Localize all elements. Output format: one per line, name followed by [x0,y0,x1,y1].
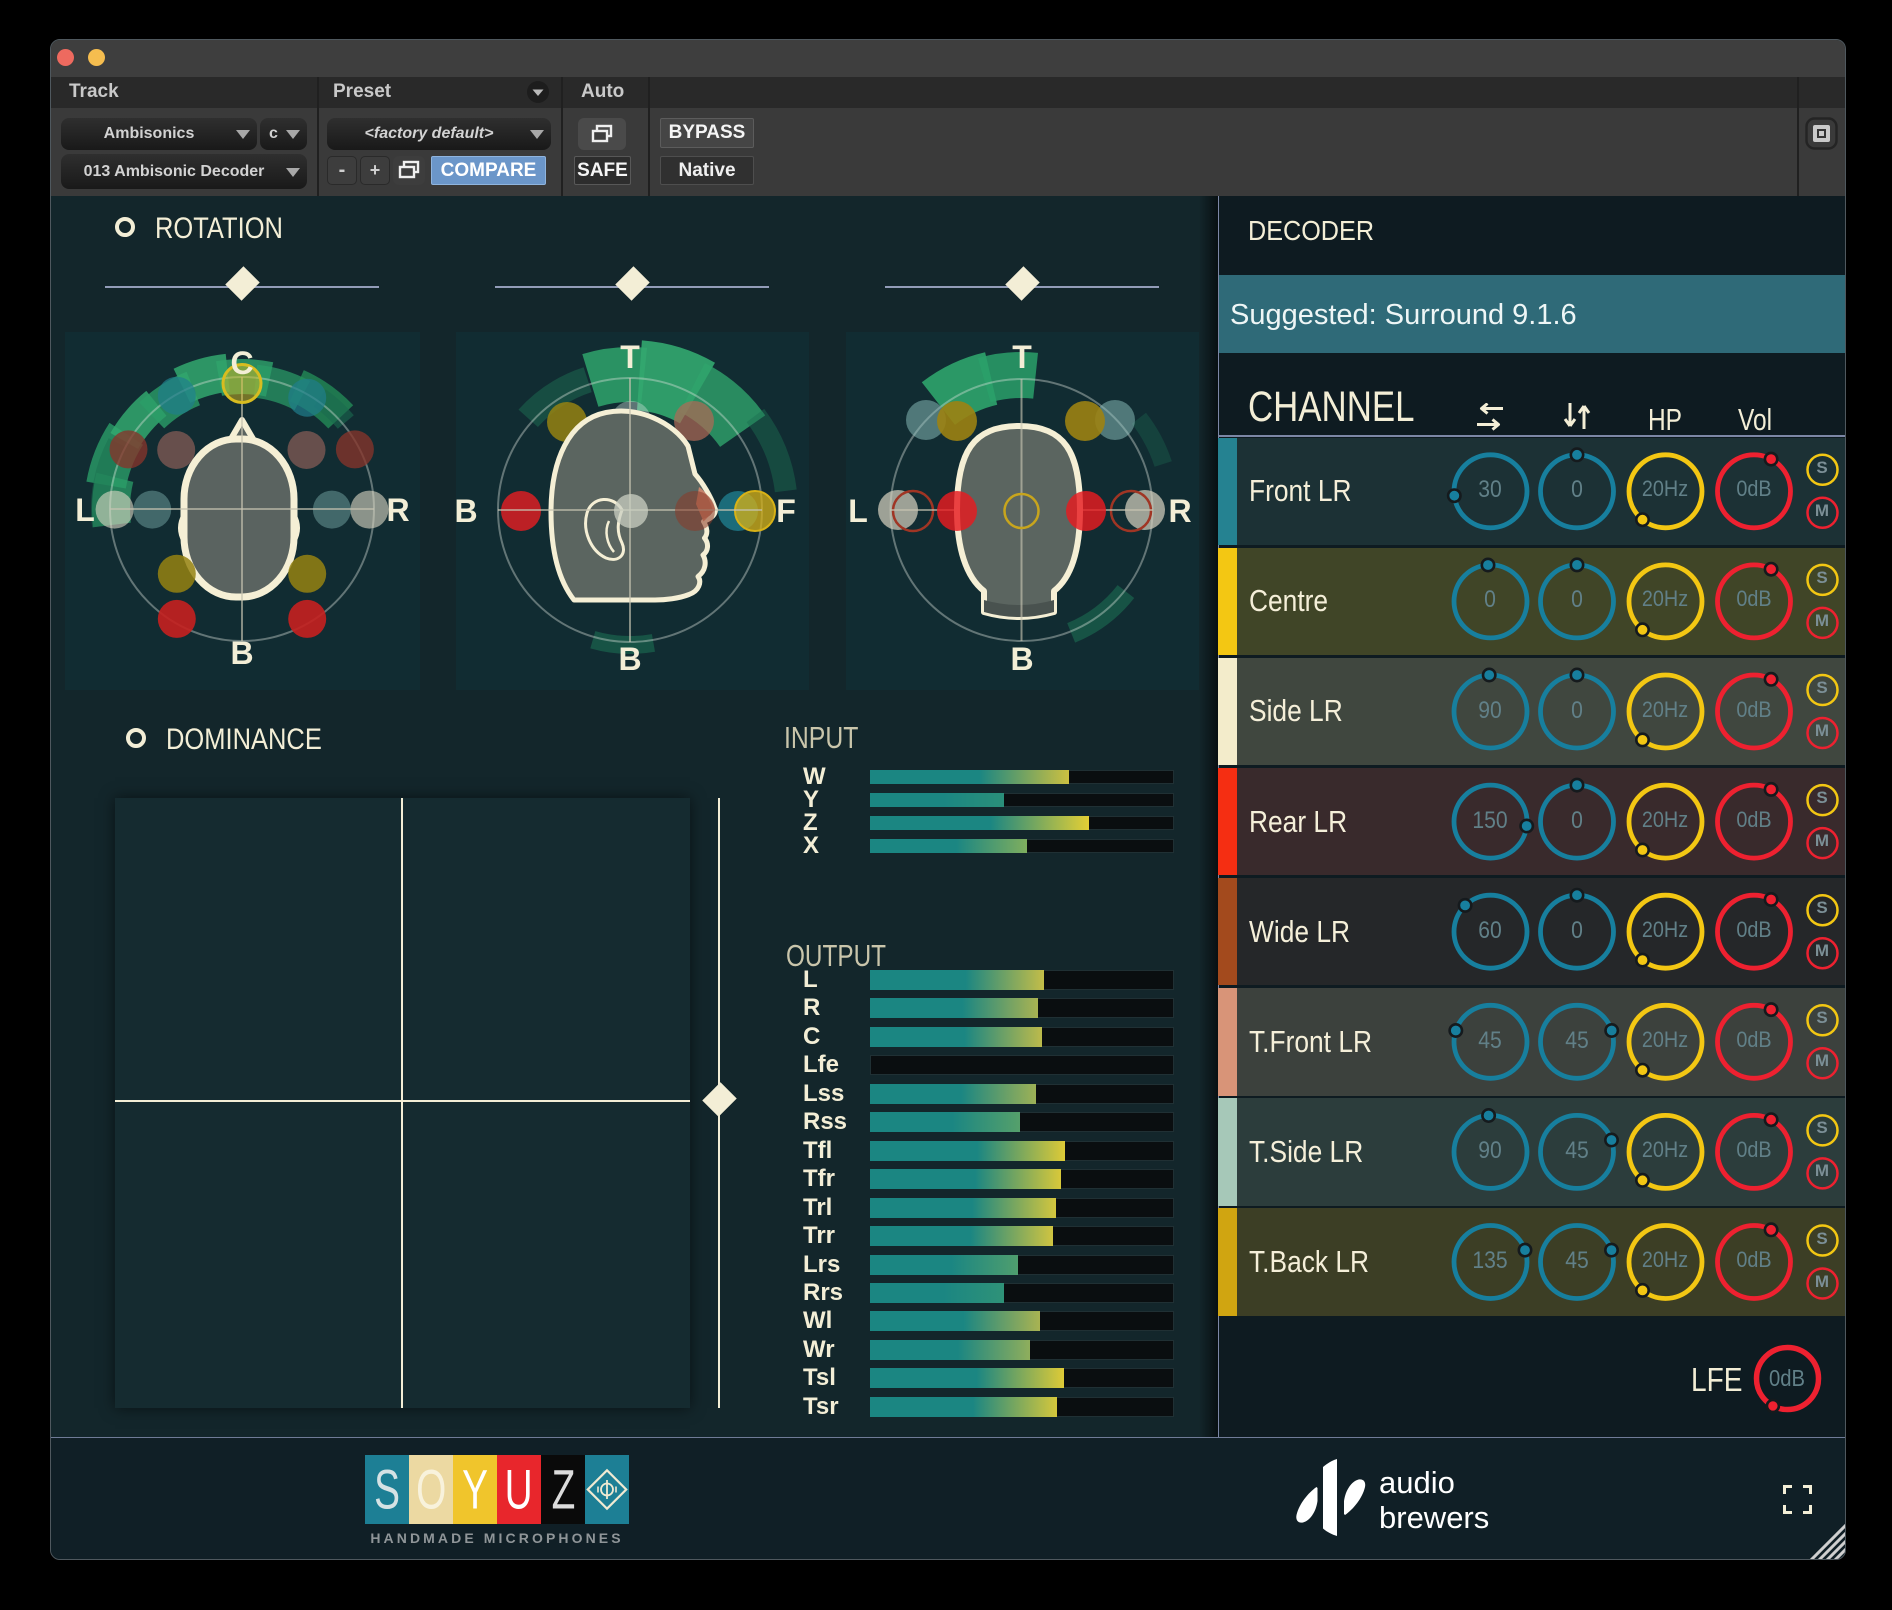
svg-text:B: B [618,641,641,677]
svg-text:L: L [848,493,868,529]
svg-text:T: T [1012,339,1032,375]
svg-text:F: F [776,493,796,529]
svg-text:T: T [620,339,640,375]
svg-text:R: R [386,492,409,528]
svg-text:B: B [230,635,253,671]
svg-text:B: B [456,493,478,529]
svg-text:B: B [1010,641,1033,677]
svg-text:L: L [75,492,95,528]
svg-text:R: R [1168,493,1191,529]
svg-text:C: C [230,345,253,381]
